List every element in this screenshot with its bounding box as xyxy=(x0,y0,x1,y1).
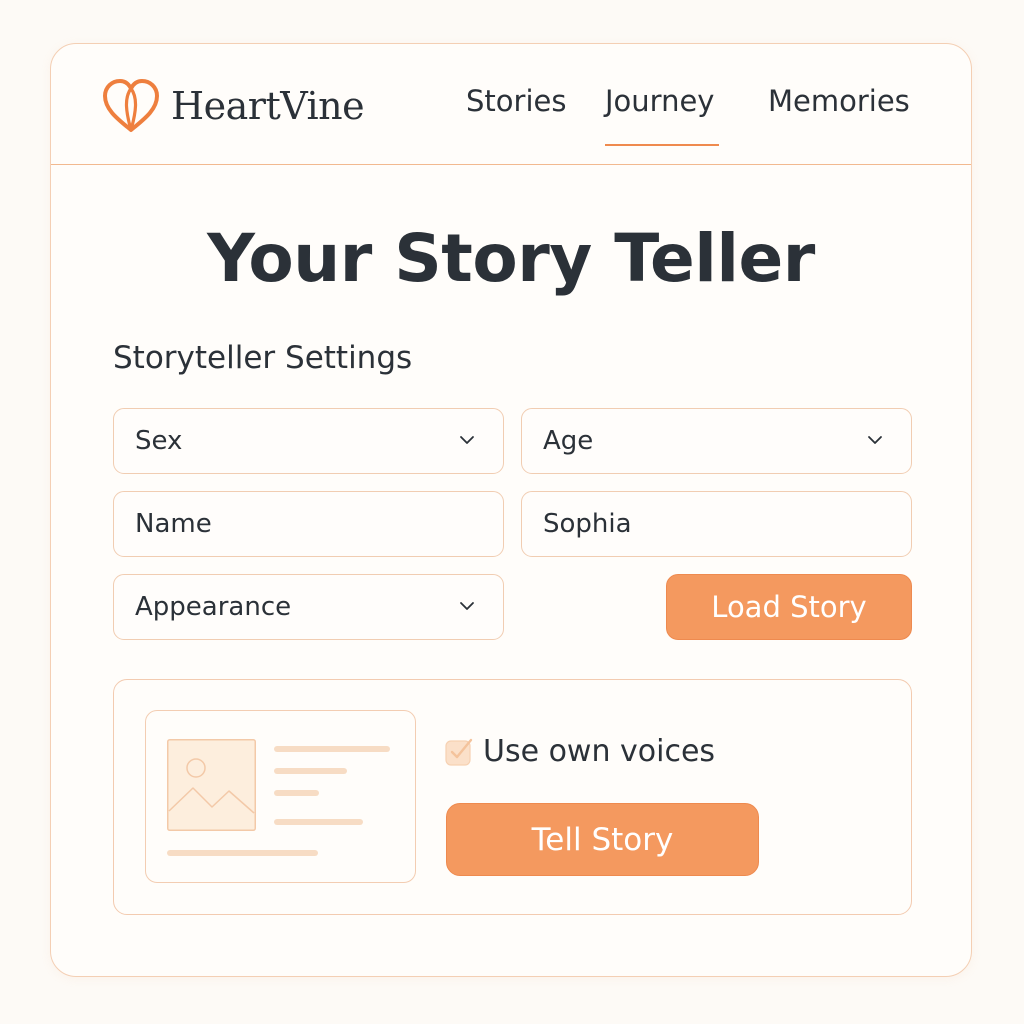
story-preview-card xyxy=(145,710,416,883)
name-field[interactable]: Name xyxy=(113,491,504,557)
age-select[interactable]: Age xyxy=(521,408,912,474)
chevron-down-icon xyxy=(460,602,474,610)
brand-logo[interactable]: HeartVine xyxy=(101,78,365,134)
use-own-voices-label: Use own voices xyxy=(483,734,716,769)
preview-text-line xyxy=(167,850,318,856)
preview-text-line xyxy=(274,746,390,752)
name-value-text: Sophia xyxy=(543,509,632,539)
sex-select[interactable]: Sex xyxy=(113,408,504,474)
preview-text-line xyxy=(274,819,363,825)
nav-memories[interactable]: Memories xyxy=(768,84,910,118)
preview-text-line xyxy=(274,790,319,796)
load-story-button[interactable]: Load Story xyxy=(666,574,912,640)
appearance-select-label: Appearance xyxy=(135,592,292,622)
page-title: Your Story Teller xyxy=(207,220,815,297)
sex-select-label: Sex xyxy=(135,426,183,456)
settings-heading: Storyteller Settings xyxy=(113,340,413,376)
top-nav-bar: HeartVine Stories Journey Memories xyxy=(51,44,971,165)
brand-name: HeartVine xyxy=(171,84,365,128)
use-own-voices-toggle[interactable]: Use own voices xyxy=(444,734,715,769)
nav-active-indicator xyxy=(605,144,719,146)
name-value-field[interactable]: Sophia xyxy=(521,491,912,557)
heart-logo-icon xyxy=(103,79,159,132)
nav-journey[interactable]: Journey xyxy=(605,84,714,118)
age-select-label: Age xyxy=(543,426,594,456)
preview-text-line xyxy=(274,768,347,774)
nav-stories[interactable]: Stories xyxy=(466,84,566,118)
name-field-placeholder: Name xyxy=(135,509,212,539)
story-panel: Use own voices Tell Story xyxy=(113,679,912,915)
image-placeholder-icon xyxy=(167,739,256,831)
chevron-down-icon xyxy=(868,436,882,444)
appearance-select[interactable]: Appearance xyxy=(113,574,504,640)
tell-story-button[interactable]: Tell Story xyxy=(446,803,759,876)
chevron-down-icon xyxy=(460,436,474,444)
app-window: HeartVine Stories Journey Memories Your … xyxy=(50,43,972,977)
checkbox-checked-icon[interactable] xyxy=(444,737,474,767)
